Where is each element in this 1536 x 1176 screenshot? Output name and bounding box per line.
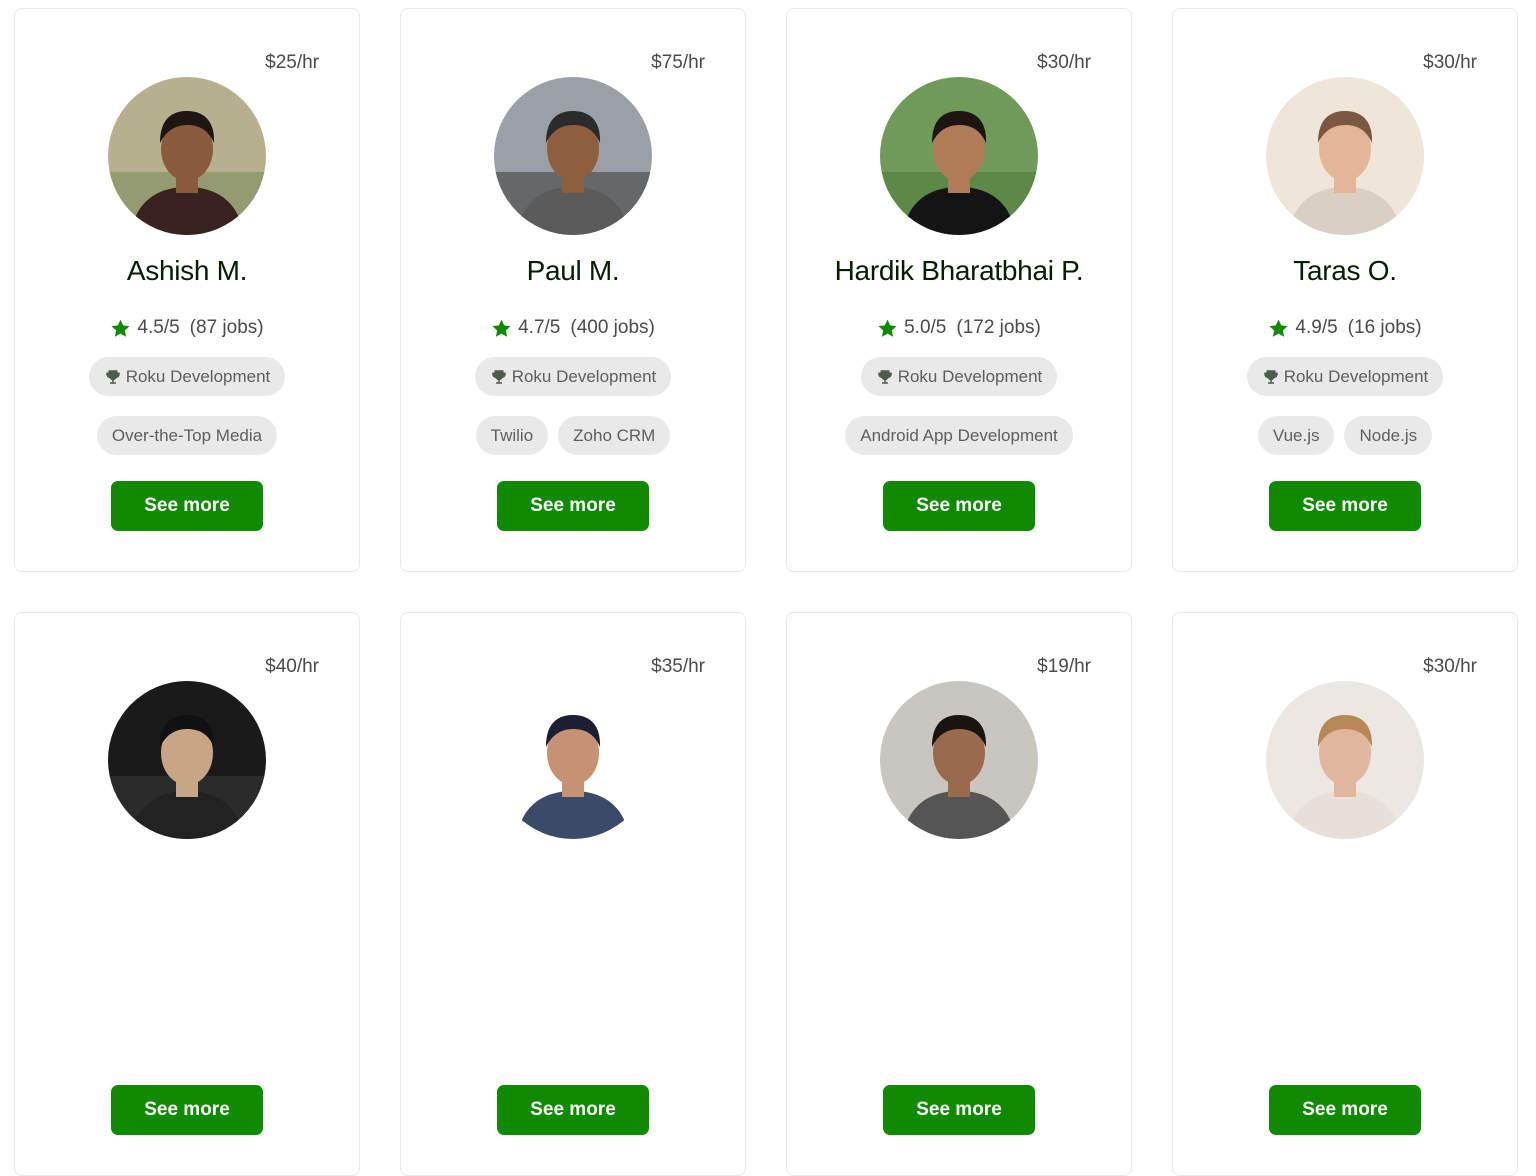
star-icon (110, 318, 131, 339)
freelancer-grid: $25/hr Ashish M. 4.5/5 (87 jobs) Roku De… (14, 8, 1518, 1176)
see-more-button[interactable]: See more (883, 1085, 1035, 1135)
rating-row: 4.7/5 (400 jobs) (401, 317, 745, 339)
rating-score: 5.0/5 (904, 317, 947, 338)
see-more-button[interactable]: See more (497, 481, 649, 531)
avatar[interactable] (108, 681, 266, 839)
skill-label: Roku Development (897, 366, 1043, 386)
freelancer-card-1[interactable]: $25/hr Ashish M. 4.5/5 (87 jobs) Roku De… (14, 8, 360, 572)
skill-pill[interactable]: Android App Development (845, 416, 1073, 455)
trophy-icon (104, 368, 122, 386)
see-more-button[interactable]: See more (497, 1085, 649, 1135)
avatar[interactable] (494, 77, 652, 235)
see-more-button[interactable]: See more (1269, 1085, 1421, 1135)
avatar[interactable] (494, 681, 652, 839)
freelancer-card-6[interactable]: $35/hr See more (400, 612, 746, 1176)
skill-pill[interactable]: Over-the-Top Media (96, 416, 278, 455)
skill-pill[interactable]: Twilio (475, 416, 549, 455)
freelancer-card-8[interactable]: $30/hr See more (1172, 612, 1518, 1176)
avatar[interactable] (880, 77, 1038, 235)
freelancer-card-3[interactable]: $30/hr Hardik Bharatbhai P. 5.0/5 (172 j… (786, 8, 1132, 572)
avatar[interactable] (1266, 77, 1424, 235)
rating-score: 4.9/5 (1295, 317, 1338, 338)
skills-list: Roku Development Android App Development (797, 357, 1121, 455)
freelancer-card-2[interactable]: $75/hr Paul M. 4.7/5 (400 jobs) Roku Dev… (400, 8, 746, 572)
skill-pill[interactable]: Vue.js (1257, 416, 1335, 455)
star-icon (877, 318, 898, 339)
freelancer-name[interactable]: Paul M. (401, 255, 745, 287)
top-skill-pill[interactable]: Roku Development (88, 357, 286, 396)
avatar[interactable] (1266, 681, 1424, 839)
skill-label: Roku Development (125, 366, 271, 386)
skills-list: Roku Development Vue.js Node.js (1183, 357, 1507, 455)
top-skill-pill[interactable]: Roku Development (860, 357, 1058, 396)
see-more-button[interactable]: See more (883, 481, 1035, 531)
freelancer-name[interactable]: Ashish M. (15, 255, 359, 287)
freelancer-card-7[interactable]: $19/hr See more (786, 612, 1132, 1176)
avatar[interactable] (108, 77, 266, 235)
skill-label: Roku Development (511, 366, 657, 386)
freelancer-name[interactable]: Taras O. (1173, 255, 1517, 287)
top-skill-pill[interactable]: Roku Development (474, 357, 672, 396)
freelancer-card-5[interactable]: $40/hr See more (14, 612, 360, 1176)
hourly-rate: $30/hr (1423, 656, 1477, 677)
star-icon (1268, 318, 1289, 339)
hourly-rate: $40/hr (265, 656, 319, 677)
skills-list: Roku Development Twilio Zoho CRM (411, 357, 735, 455)
skill-pill[interactable]: Node.js (1344, 416, 1433, 455)
jobs-count: (16 jobs) (1347, 317, 1422, 338)
trophy-icon (490, 368, 508, 386)
star-icon (491, 318, 512, 339)
trophy-icon (1262, 368, 1280, 386)
freelancer-name[interactable]: Hardik Bharatbhai P. (787, 255, 1131, 287)
rating-score: 4.5/5 (137, 317, 180, 338)
skill-pill[interactable]: Zoho CRM (558, 416, 671, 455)
rating-row: 5.0/5 (172 jobs) (787, 317, 1131, 339)
top-skill-pill[interactable]: Roku Development (1246, 357, 1444, 396)
rating-score: 4.7/5 (518, 317, 561, 338)
trophy-icon (876, 368, 894, 386)
rating-row: 4.9/5 (16 jobs) (1173, 317, 1517, 339)
skill-label: Roku Development (1283, 366, 1429, 386)
freelancer-card-4[interactable]: $30/hr Taras O. 4.9/5 (16 jobs) Roku Dev… (1172, 8, 1518, 572)
hourly-rate: $19/hr (1037, 656, 1091, 677)
hourly-rate: $35/hr (651, 656, 705, 677)
jobs-count: (87 jobs) (189, 317, 264, 338)
see-more-button[interactable]: See more (1269, 481, 1421, 531)
see-more-button[interactable]: See more (111, 481, 263, 531)
skills-list: Roku Development Over-the-Top Media (25, 357, 349, 455)
hourly-rate: $30/hr (1423, 52, 1477, 73)
rating-row: 4.5/5 (87 jobs) (15, 317, 359, 339)
hourly-rate: $30/hr (1037, 52, 1091, 73)
hourly-rate: $25/hr (265, 52, 319, 73)
see-more-button[interactable]: See more (111, 1085, 263, 1135)
jobs-count: (400 jobs) (570, 317, 655, 338)
avatar[interactable] (880, 681, 1038, 839)
jobs-count: (172 jobs) (956, 317, 1041, 338)
hourly-rate: $75/hr (651, 52, 705, 73)
